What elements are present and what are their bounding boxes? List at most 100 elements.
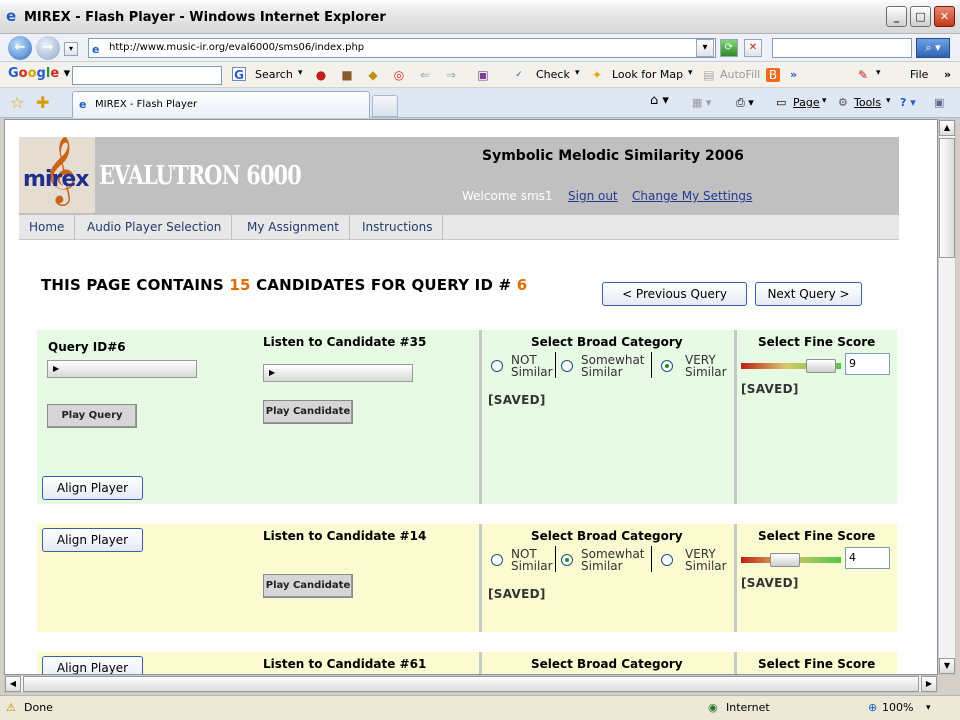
- column-divider: [734, 330, 737, 504]
- address-input[interactable]: e http://www.music-ir.org/eval6000/sms06…: [88, 38, 716, 58]
- candidate-row-61: Align Player Listen to Candidate #61 Sel…: [37, 652, 897, 674]
- query-audio-player[interactable]: ▶: [47, 360, 197, 378]
- print-icon[interactable]: ⎙ ▾: [736, 96, 754, 110]
- google-search-button[interactable]: Search: [255, 68, 293, 81]
- column-divider: [734, 652, 737, 674]
- candidate-audio-player[interactable]: ▶: [263, 364, 413, 382]
- fine-score-input[interactable]: 9: [845, 353, 890, 375]
- feeds-icon[interactable]: ▦ ▾: [692, 96, 711, 109]
- favorites-star-icon[interactable]: ☆: [10, 93, 24, 112]
- horizontal-scroll-thumb[interactable]: [23, 676, 919, 692]
- address-dropdown[interactable]: ▾: [696, 39, 714, 57]
- address-bar: ← → ▾ e http://www.music-ir.org/eval6000…: [0, 34, 960, 62]
- column-divider: [734, 524, 737, 632]
- live-search-input[interactable]: [772, 38, 912, 58]
- url-text: http://www.music-ir.org/eval6000/sms06/i…: [109, 42, 365, 53]
- spellcheck-icon[interactable]: ✓: [512, 68, 526, 82]
- blogger-icon[interactable]: B: [766, 68, 780, 82]
- lookformap-button[interactable]: Look for Map: [612, 68, 683, 81]
- play-query-button[interactable]: Play Query: [47, 404, 137, 428]
- maximize-button[interactable]: □: [910, 6, 931, 27]
- search-go-button[interactable]: ⌕ ▾: [916, 38, 950, 58]
- google-logo[interactable]: Google ▾: [8, 66, 70, 81]
- candidate-row-35: Query ID#6 ▶ Play Query Align Player Lis…: [37, 330, 897, 504]
- tab-label: MIREX - Flash Player: [95, 99, 198, 110]
- horizontal-scrollbar[interactable]: ◀ ▶: [4, 675, 938, 693]
- previous-query-button[interactable]: < Previous Query: [602, 282, 747, 306]
- translate-icon[interactable]: ✎: [856, 68, 870, 82]
- change-settings-link[interactable]: Change My Settings: [632, 189, 752, 203]
- very-similar-label: VERY Similar: [685, 353, 727, 379]
- more-tools-icon[interactable]: »: [790, 68, 797, 81]
- window-title: MIREX - Flash Player - Windows Internet …: [24, 10, 386, 25]
- check-button[interactable]: Check: [536, 68, 570, 81]
- scroll-up-arrow[interactable]: ▲: [939, 120, 955, 136]
- very-similar-label: VERY Similar: [685, 547, 727, 573]
- welcome-text: Welcome sms1: [462, 189, 553, 203]
- vertical-scroll-thumb[interactable]: [939, 138, 955, 258]
- popup-blocker-icon[interactable]: ▣: [476, 68, 490, 82]
- very-similar-radio[interactable]: [661, 360, 673, 372]
- not-similar-radio[interactable]: [491, 554, 503, 566]
- overflow-icon[interactable]: »: [944, 68, 951, 81]
- play-candidate-button[interactable]: Play Candidate: [263, 400, 353, 424]
- very-similar-radio[interactable]: [661, 554, 673, 566]
- not-similar-radio[interactable]: [491, 360, 503, 372]
- stop-icon[interactable]: ✕: [744, 39, 762, 57]
- nav-audio-player-selection[interactable]: Audio Player Selection: [77, 215, 233, 240]
- google-search-input[interactable]: [72, 66, 222, 85]
- sign-out-link[interactable]: Sign out: [568, 189, 618, 203]
- somewhat-similar-label: Somewhat Similar: [581, 547, 645, 573]
- scroll-down-arrow[interactable]: ▼: [939, 658, 955, 674]
- nav-instructions[interactable]: Instructions: [352, 215, 444, 240]
- file-menu[interactable]: File: [910, 68, 928, 81]
- align-player-button[interactable]: Align Player: [42, 656, 143, 674]
- page-menu[interactable]: Page: [793, 96, 820, 109]
- fine-score-slider[interactable]: [741, 553, 843, 567]
- zone-text: Internet: [726, 701, 770, 714]
- fine-score-input[interactable]: 4: [845, 547, 890, 569]
- close-button[interactable]: ✕: [934, 6, 955, 27]
- news-icon[interactable]: ■: [340, 68, 354, 82]
- next-query-button[interactable]: Next Query >: [755, 282, 862, 306]
- candidate-label: Listen to Candidate #35: [263, 335, 427, 349]
- home-icon[interactable]: ⌂ ▾: [650, 93, 669, 108]
- internet-zone-icon: ◉: [708, 701, 718, 714]
- page-icon: e: [92, 43, 100, 56]
- add-favorites-icon[interactable]: ✚: [36, 93, 49, 112]
- nav-my-assignment[interactable]: My Assignment: [237, 215, 350, 240]
- back-button[interactable]: ←: [8, 36, 32, 60]
- slider-knob[interactable]: [806, 359, 836, 373]
- tools-menu[interactable]: Tools: [854, 96, 881, 109]
- align-player-button[interactable]: Align Player: [42, 528, 143, 552]
- bookmark-icon[interactable]: ◆: [366, 68, 380, 82]
- align-player-button[interactable]: Align Player: [42, 476, 143, 500]
- help-icon[interactable]: ? ▾: [900, 96, 916, 109]
- tab-mirex-flash-player[interactable]: e MIREX - Flash Player: [72, 91, 370, 118]
- tools-gear-icon: ⚙: [838, 96, 848, 109]
- research-icon[interactable]: ▣: [934, 96, 944, 109]
- somewhat-similar-radio[interactable]: [561, 554, 573, 566]
- scroll-left-arrow[interactable]: ◀: [5, 676, 21, 692]
- back-arrows-icon: ⇐: [419, 68, 431, 82]
- vertical-scrollbar[interactable]: ▲ ▼: [938, 119, 956, 675]
- zoom-dropdown-icon[interactable]: ▾: [926, 703, 931, 713]
- candidate-label: Listen to Candidate #14: [263, 529, 427, 543]
- new-tab-button[interactable]: [372, 95, 398, 117]
- scroll-right-arrow[interactable]: ▶: [921, 676, 937, 692]
- somewhat-similar-radio[interactable]: [561, 360, 573, 372]
- zoom-level[interactable]: 100%: [882, 701, 913, 714]
- gmail-icon[interactable]: ◎: [392, 68, 406, 82]
- refresh-icon[interactable]: ⟳: [720, 39, 738, 57]
- pagerank-icon[interactable]: ●: [314, 68, 328, 82]
- translate-dropdown-icon: ▾: [876, 68, 881, 78]
- play-candidate-button[interactable]: Play Candidate: [263, 574, 353, 598]
- forward-button[interactable]: →: [36, 36, 60, 60]
- nav-home[interactable]: Home: [19, 215, 76, 240]
- autofill-button[interactable]: AutoFill: [720, 68, 760, 81]
- history-dropdown[interactable]: ▾: [64, 42, 78, 56]
- minimize-button[interactable]: _: [886, 6, 907, 27]
- not-similar-label: NOT Similar: [511, 547, 553, 573]
- fine-score-slider[interactable]: [741, 359, 843, 373]
- slider-knob[interactable]: [770, 553, 800, 567]
